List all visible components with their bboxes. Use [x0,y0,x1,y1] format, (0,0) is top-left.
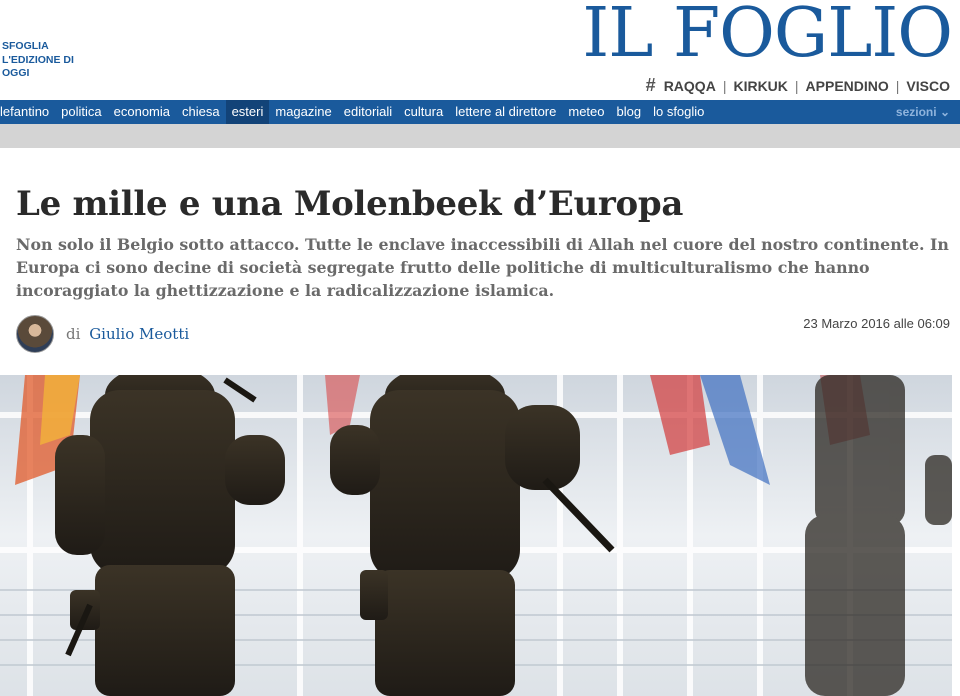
article-headline: Le mille e una Molenbeek d’Europa [16,184,684,224]
tag-link[interactable]: KIRKUK [733,78,787,94]
author-avatar[interactable] [16,315,54,353]
site-header: SFOGLIA L'EDIZIONE DI OGGI IL FOGLIO # R… [0,0,960,100]
byline-prefix: di [66,325,81,343]
nav-item-lo-sfoglio[interactable]: lo sfoglio [647,100,710,124]
nav-item-editoriali[interactable]: editoriali [338,100,398,124]
nav-item-lettere[interactable]: lettere al direttore [449,100,562,124]
nav-item-magazine[interactable]: magazine [269,100,337,124]
nav-item-politica[interactable]: politica [55,100,107,124]
nav-item-lefantino[interactable]: lefantino [0,100,55,124]
hash-icon: # [645,75,656,95]
chevron-down-icon: ⌄ [939,105,950,119]
tag-link[interactable]: APPENDINO [806,78,889,94]
trending-tags: # RAQQA | KIRKUK | APPENDINO | VISCO [646,75,950,96]
author-link[interactable]: Giulio Meotti [89,325,189,343]
nav-item-economia[interactable]: economia [108,100,176,124]
nav-item-esteri[interactable]: esteri [225,100,270,124]
sezioni-label: sezioni [895,105,937,119]
nav-item-meteo[interactable]: meteo [562,100,610,124]
main-nav: lefantino politica economia chiesa ester… [0,100,960,124]
nav-item-cultura[interactable]: cultura [398,100,449,124]
site-logo[interactable]: IL FOGLIO [582,0,953,74]
byline-text: di Giulio Meotti [66,325,189,343]
tag-separator: | [895,77,900,94]
hero-photo-illustration [0,375,952,696]
nav-item-chiesa[interactable]: chiesa [176,100,226,124]
hero-image [0,375,952,696]
nav-item-blog[interactable]: blog [611,100,648,124]
sfoglia-edizione-link[interactable]: SFOGLIA L'EDIZIONE DI OGGI [2,40,82,81]
tag-link[interactable]: VISCO [906,78,950,94]
article-summary: Non solo il Belgio sotto attacco. Tutte … [16,235,949,300]
sezioni-menu-button[interactable]: sezioni ⌄ [896,100,950,124]
ad-placeholder-bar [0,124,960,148]
publish-date: 23 Marzo 2016 alle 06:09 [803,316,950,331]
tag-separator: | [794,77,799,94]
tag-separator: | [722,77,727,94]
byline: di Giulio Meotti [16,315,189,353]
tag-link[interactable]: RAQQA [664,78,716,94]
